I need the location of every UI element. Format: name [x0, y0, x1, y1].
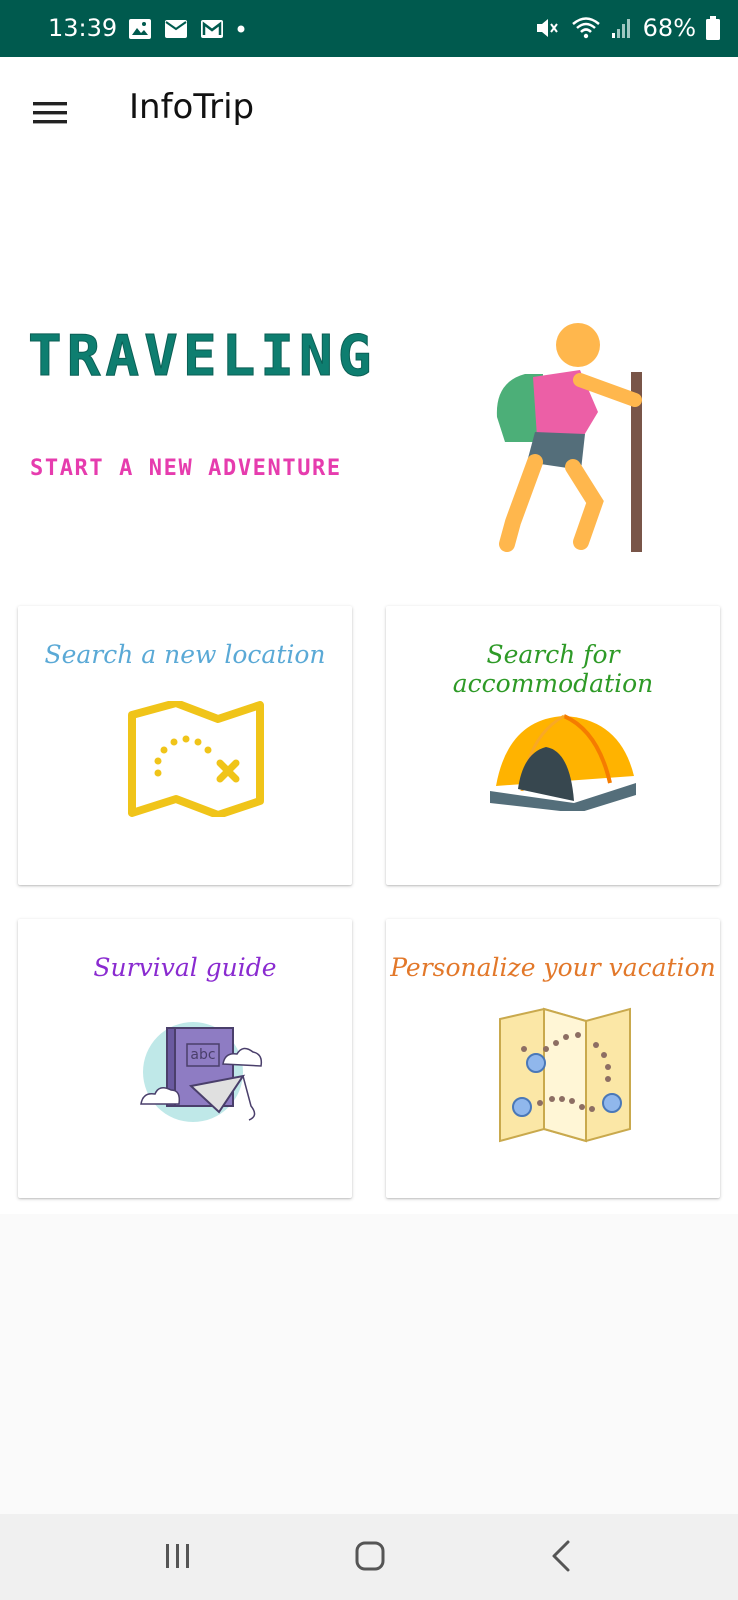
recent-apps-icon[interactable]: [148, 1532, 208, 1582]
hero-title: TRAVELING: [27, 324, 377, 390]
search-location-card[interactable]: Search a new location: [18, 606, 352, 885]
battery-percent: 68%: [642, 14, 696, 42]
search-accommodation-card[interactable]: Search for accommodation: [386, 606, 720, 885]
card-grid: Search a new location Search for accommo…: [0, 589, 738, 1214]
gmail-icon: [201, 20, 223, 38]
notification-icons: [128, 18, 246, 40]
message-icon: [165, 20, 187, 38]
survival-guide-card[interactable]: Survival guide abc: [18, 919, 352, 1198]
hamburger-menu-icon[interactable]: [30, 93, 70, 133]
card-label: Search for accommodation: [452, 640, 654, 698]
signal-icon: [611, 19, 630, 38]
svg-text:abc: abc: [190, 1047, 215, 1063]
image-icon: [129, 19, 151, 39]
treasure-map-icon: [128, 701, 264, 817]
hiker-icon: [496, 323, 642, 552]
tent-icon: [490, 714, 636, 811]
system-nav-bar: [0, 1514, 738, 1600]
dot-icon: [237, 25, 245, 33]
guide-book-icon: abc: [140, 1022, 263, 1122]
mute-icon: [536, 19, 558, 37]
battery-icon: [706, 16, 720, 40]
hero-banner: TRAVELING START A NEW ADVENTURE: [0, 169, 738, 589]
hero-subtitle: START A NEW ADVENTURE: [30, 456, 342, 481]
personalize-vacation-card[interactable]: Personalize your vacation: [386, 919, 720, 1198]
home-icon[interactable]: [340, 1532, 400, 1582]
app-title: InfoTrip: [129, 87, 255, 127]
card-label: Search a new location: [44, 640, 326, 669]
back-icon[interactable]: [532, 1532, 592, 1582]
status-time: 13:39: [48, 14, 118, 42]
card-label: Personalize your vacation: [390, 953, 716, 982]
wifi-icon: [571, 17, 600, 39]
card-label: Survival guide: [93, 953, 277, 982]
status-bar: 13:39 68%: [0, 0, 738, 57]
system-icons: 68%: [535, 14, 720, 42]
route-map-icon: [499, 1007, 631, 1143]
app-bar: InfoTrip: [0, 57, 738, 169]
